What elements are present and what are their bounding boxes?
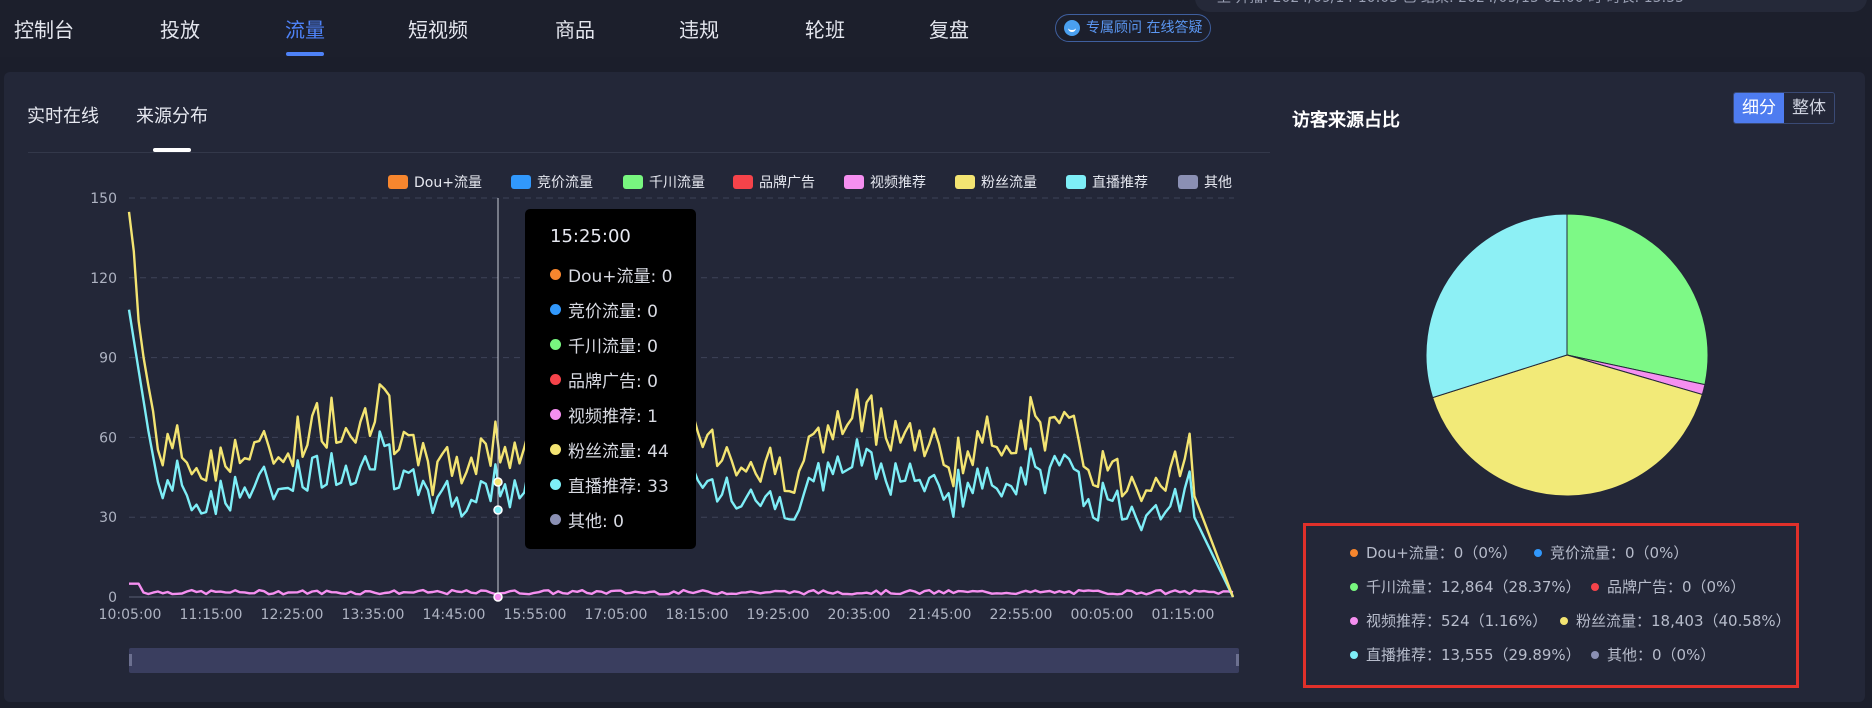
y-tick-label: 0 [108, 590, 117, 606]
hover-point-video-rec [493, 592, 503, 602]
x-tick-label: 13:35:00 [342, 607, 405, 623]
stat-other: 其他：0（0%） [1591, 644, 1715, 665]
y-axis-ticks: 150 120 90 60 30 0 [90, 191, 117, 606]
x-tick-label: 15:55:00 [504, 607, 567, 623]
x-tick-label: 20:35:00 [828, 607, 891, 623]
tooltip-row-fans: 粉丝流量: 44 [550, 437, 669, 462]
toggle-detail[interactable]: 细分 [1734, 93, 1784, 123]
x-tick-label: 21:45:00 [909, 607, 972, 623]
hover-point-live-rec [493, 505, 503, 515]
toggle-total[interactable]: 整体 [1784, 93, 1834, 123]
y-tick-label: 30 [99, 510, 117, 526]
stat-fans: 粉丝流量：18,403（40.58%） [1560, 610, 1791, 631]
x-tick-label: 00:05:00 [1071, 607, 1134, 623]
tooltip-row-qianchuan: 千川流量: 0 [550, 332, 658, 357]
stat-brand-ad: 品牌广告：0（0%） [1591, 576, 1745, 597]
x-tick-label: 12:25:00 [261, 607, 324, 623]
visitor-source-title: 访客来源占比 [1292, 110, 1400, 131]
stat-bid: 竞价流量：0（0%） [1534, 542, 1688, 563]
x-tick-label: 18:15:00 [666, 607, 729, 623]
x-tick-label: 14:45:00 [423, 607, 486, 623]
chart-zoom-slider[interactable] [129, 648, 1239, 673]
stat-qianchuan: 千川流量：12,864（28.37%） [1350, 576, 1581, 597]
stat-live-rec: 直播推荐：13,555（29.89%） [1350, 644, 1581, 665]
x-tick-label: 01:15:00 [1152, 607, 1215, 623]
slider-handle-right[interactable] [1236, 654, 1239, 666]
x-axis-ticks: 10:05:00 11:15:00 12:25:00 13:35:00 14:45:00… [99, 607, 1215, 623]
x-tick-label: 19:25:00 [747, 607, 810, 623]
series-line-video-rec [129, 582, 1234, 596]
pie-slice [1566, 213, 1709, 386]
tooltip-row-dou: Dou+流量: 0 [550, 262, 672, 287]
y-tick-label: 150 [90, 191, 117, 207]
x-tick-label: 22:55:00 [990, 607, 1053, 623]
slider-handle-left[interactable] [129, 654, 132, 666]
tooltip-row-bid: 竞价流量: 0 [550, 297, 658, 322]
chart-tooltip: 15:25:00 Dou+流量: 0 竞价流量: 0 千川流量: 0 品牌广告:… [525, 209, 696, 549]
x-tick-label: 17:05:00 [585, 607, 648, 623]
tooltip-row-other: 其他: 0 [550, 507, 624, 532]
y-tick-label: 60 [99, 430, 117, 446]
x-tick-label: 10:05:00 [99, 607, 162, 623]
tooltip-row-live-rec: 直播推荐: 33 [550, 472, 669, 497]
tooltip-row-video-rec: 视频推荐: 1 [550, 402, 658, 427]
tooltip-row-brand-ad: 品牌广告: 0 [550, 367, 658, 392]
stat-video-rec: 视频推荐：524（1.16%） [1350, 610, 1547, 631]
tooltip-time: 15:25:00 [550, 226, 631, 247]
source-pie-chart [1425, 213, 1709, 497]
x-tick-label: 11:15:00 [180, 607, 243, 623]
stat-dou: Dou+流量：0（0%） [1350, 542, 1517, 563]
hover-point-fans [493, 477, 503, 487]
y-tick-label: 120 [90, 271, 117, 287]
y-tick-label: 90 [99, 351, 117, 367]
view-toggle: 细分 整体 [1733, 92, 1835, 124]
